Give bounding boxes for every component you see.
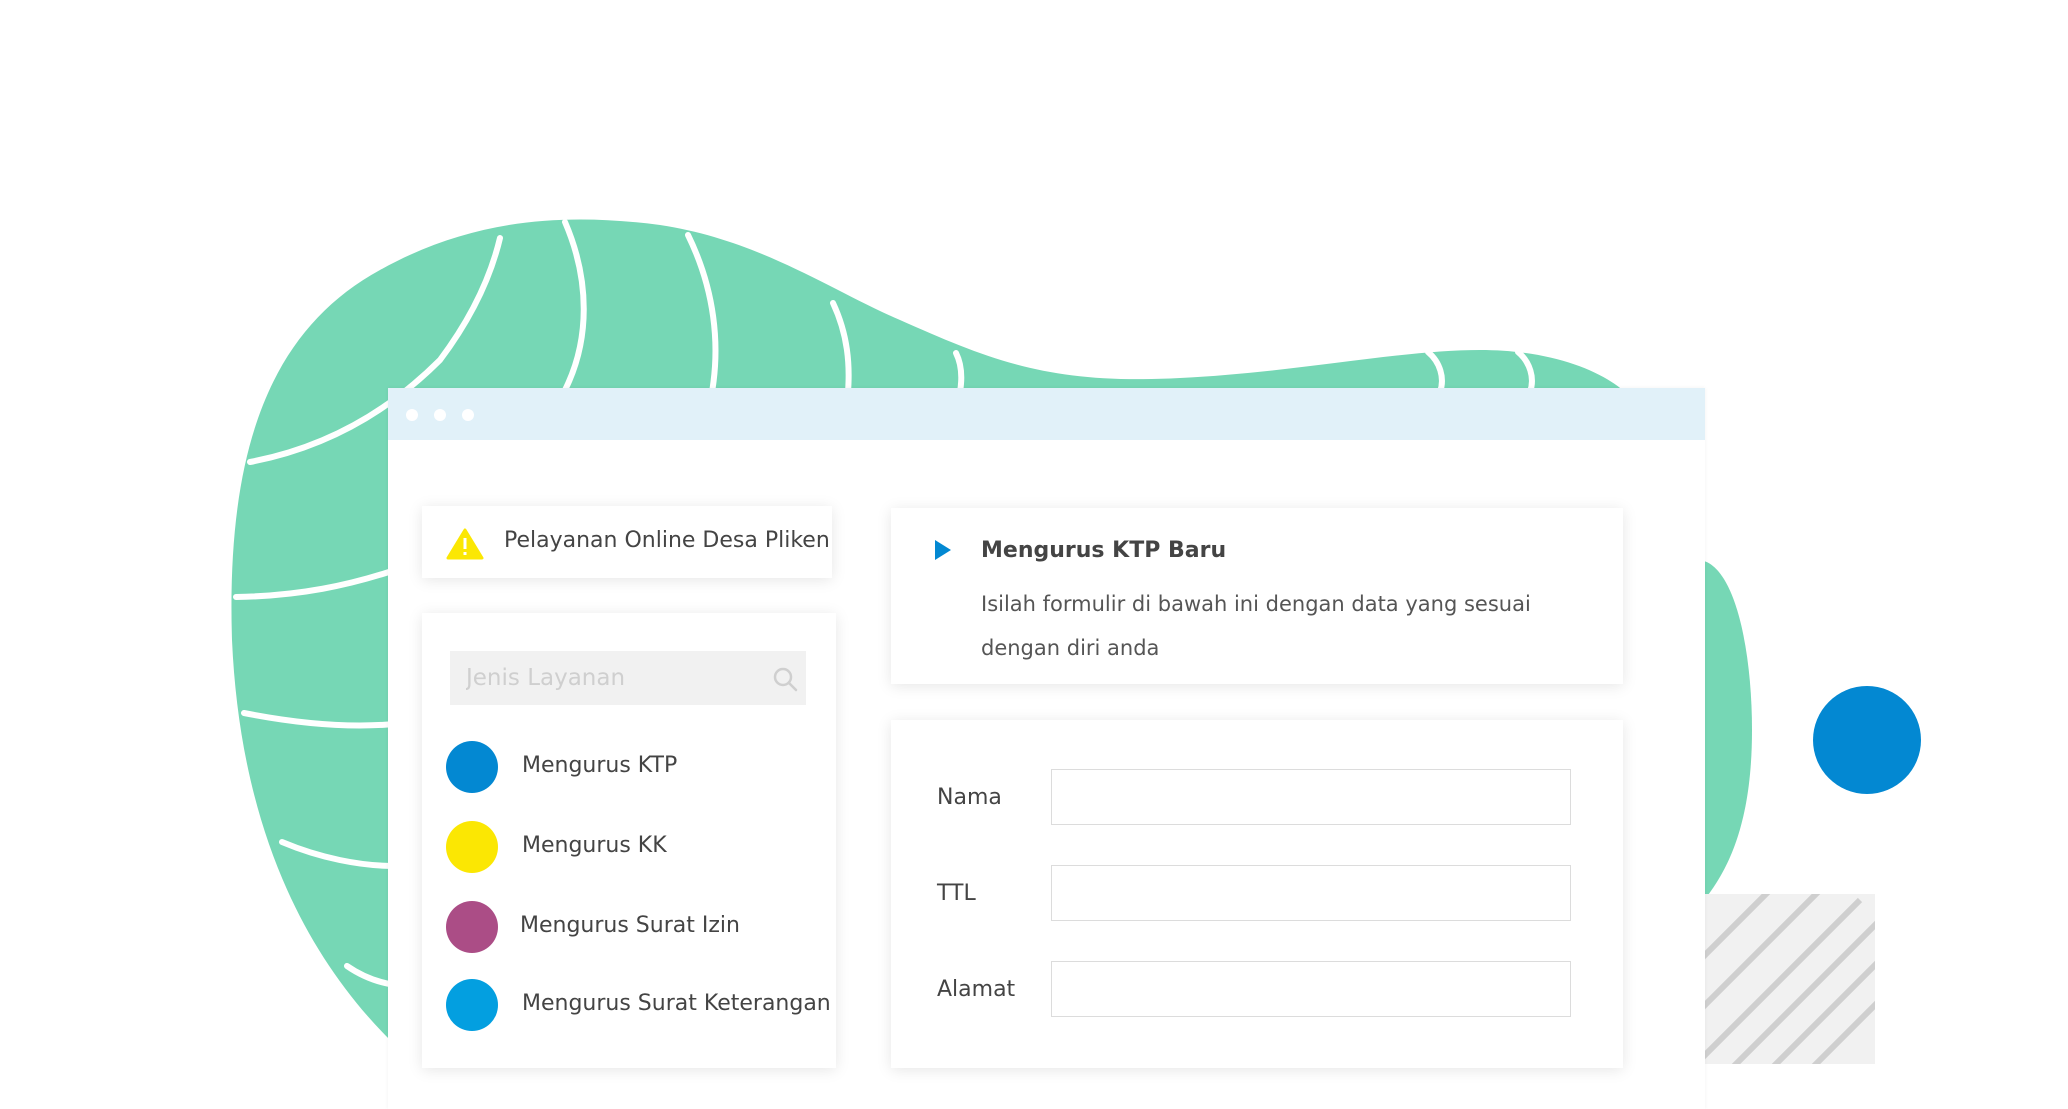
ktp-form: Nama TTL Alamat — [891, 720, 1623, 1068]
window-dot — [406, 409, 418, 421]
notice-card: Pelayanan Online Desa Pliken — [422, 506, 832, 578]
nama-field[interactable] — [1051, 769, 1571, 825]
form-row-nama: Nama — [937, 769, 1577, 827]
service-item-label: Mengurus Surat Keterangan — [522, 991, 831, 1016]
notice-text: Pelayanan Online Desa Pliken — [504, 528, 830, 553]
ttl-field[interactable] — [1051, 865, 1571, 921]
form-title: Mengurus KTP Baru — [981, 538, 1227, 563]
service-sidebar: Mengurus KTP Mengurus KK Mengurus Surat … — [422, 613, 836, 1068]
service-item-surat-izin[interactable]: Mengurus Surat Izin — [446, 899, 826, 953]
green-blob-right — [1700, 560, 1752, 905]
service-item-ktp[interactable]: Mengurus KTP — [446, 739, 826, 793]
window-dot — [462, 409, 474, 421]
service-color-dot — [446, 901, 498, 953]
service-item-kk[interactable]: Mengurus KK — [446, 819, 826, 873]
service-item-surat-keterangan[interactable]: Mengurus Surat Keterangan — [446, 977, 831, 1031]
play-icon — [935, 540, 951, 560]
warning-icon — [446, 528, 484, 560]
field-label: TTL — [937, 881, 976, 906]
field-label: Alamat — [937, 977, 1016, 1002]
field-label: Nama — [937, 785, 1002, 810]
alamat-field[interactable] — [1051, 961, 1571, 1017]
window-dot — [434, 409, 446, 421]
service-color-dot — [446, 741, 498, 793]
service-item-label: Mengurus KK — [522, 833, 667, 858]
service-color-dot — [446, 821, 498, 873]
form-description: Isilah formulir di bawah ini dengan data… — [981, 592, 1531, 660]
form-row-ttl: TTL — [937, 865, 1577, 923]
search-icon[interactable] — [772, 666, 798, 692]
service-search-input[interactable] — [450, 651, 806, 705]
window-titlebar — [388, 388, 1705, 440]
blue-circle-decoration — [1813, 686, 1921, 794]
form-row-alamat: Alamat — [937, 961, 1577, 1019]
service-item-label: Mengurus Surat Izin — [520, 913, 740, 938]
browser-window: Pelayanan Online Desa Pliken Mengurus KT… — [388, 388, 1705, 1109]
form-info-card: Mengurus KTP Baru Isilah formulir di baw… — [891, 508, 1623, 684]
service-color-dot — [446, 979, 498, 1031]
service-item-label: Mengurus KTP — [522, 753, 678, 778]
